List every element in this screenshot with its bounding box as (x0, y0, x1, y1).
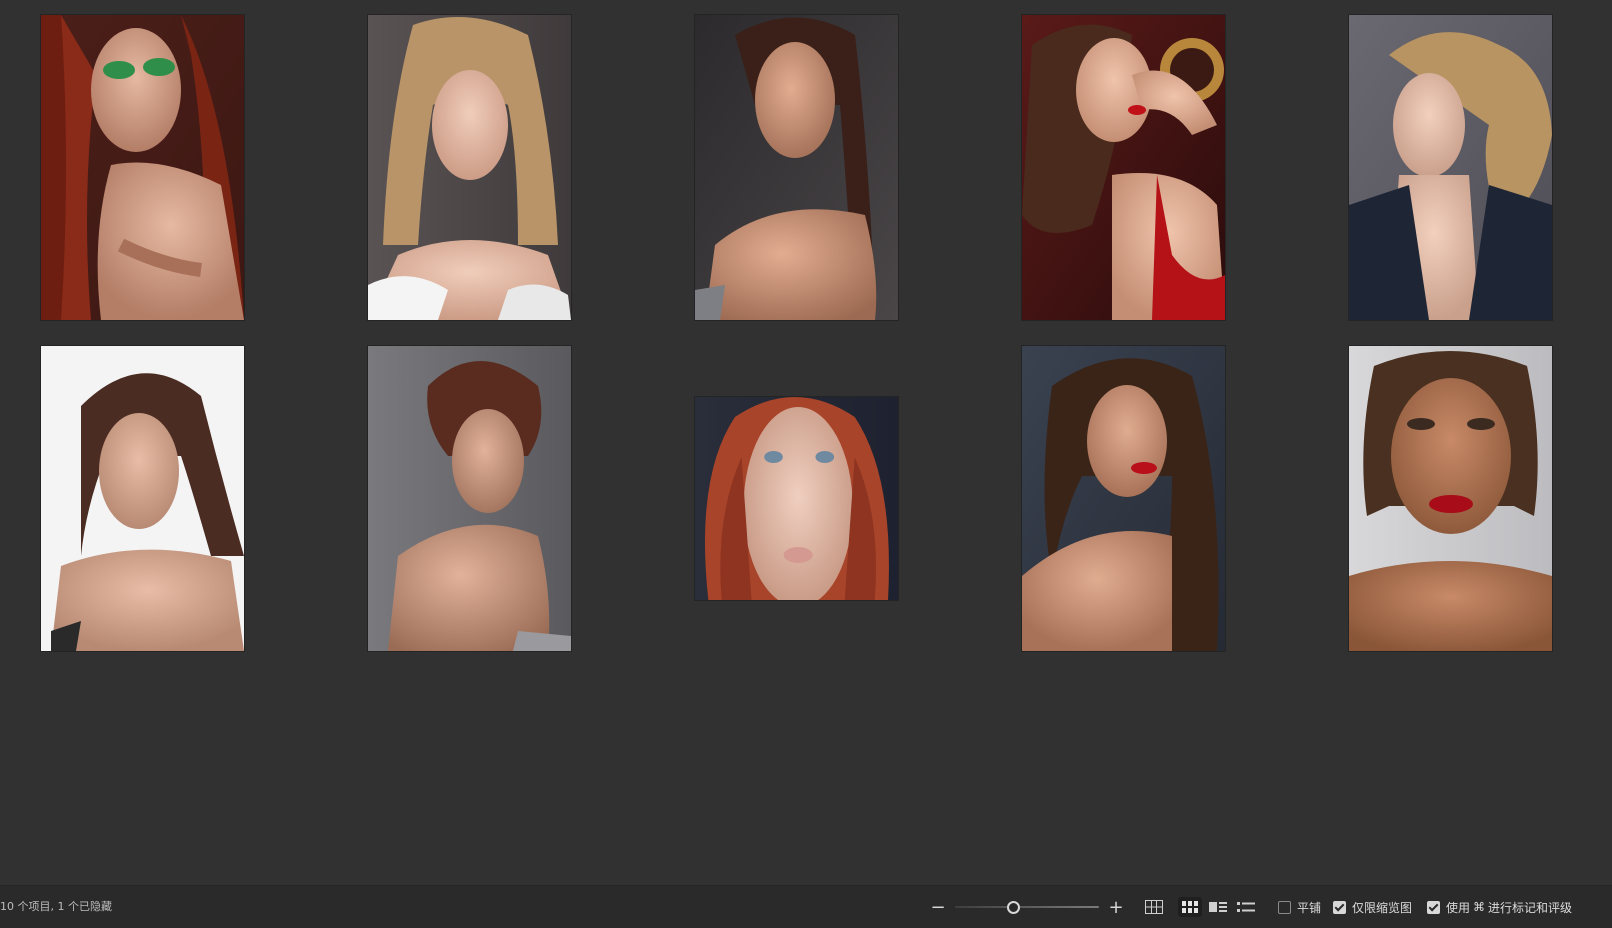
use-suffix-label: 进行标记和评级 (1488, 900, 1573, 915)
thumbnail-cell[interactable] (1349, 346, 1552, 651)
status-bar: 10 个项目, 1 个已隐藏 − + 平铺 仅限缩览图 使用 ⌘ 进行标记和评级 (0, 885, 1612, 928)
tile-option[interactable]: 平铺 (1278, 886, 1321, 928)
thumbnail-curly-updo-blazer[interactable] (1349, 15, 1552, 320)
thumbnail-curly-red-lips-red-dress[interactable] (1022, 15, 1225, 320)
zoom-slider-track (955, 906, 1099, 908)
thumbnail-cell[interactable] (41, 346, 244, 651)
command-key-icon: ⌘ (1473, 900, 1486, 914)
photo-image (1022, 15, 1225, 320)
photo-image (1349, 15, 1552, 320)
zoom-slider-thumb[interactable] (1006, 901, 1020, 914)
thumbnails-only-label: 仅限缩览图 (1352, 900, 1413, 915)
filmstrip-icon[interactable] (1206, 897, 1230, 917)
thumbnail-grid (0, 0, 1612, 670)
item-count-label: 10 个项目, 1 个已隐藏 (0, 900, 112, 913)
thumbnail-redhead-green-eyeshadow[interactable] (41, 15, 244, 320)
plus-icon[interactable]: + (1107, 897, 1125, 918)
thumbnail-cell[interactable] (1349, 15, 1552, 320)
grid-small-icon[interactable] (1142, 897, 1166, 917)
view-mode-group (1142, 886, 1258, 928)
thumbnail-updo-bare-shoulder[interactable] (368, 346, 571, 651)
thumbnail-cell[interactable] (1022, 346, 1225, 651)
thumbnail-browser (0, 0, 1612, 885)
thumbnail-brunette-bare-shoulder[interactable] (695, 15, 898, 320)
photo-image (368, 346, 571, 651)
photo-image (1349, 346, 1552, 651)
list-icon[interactable] (1234, 897, 1258, 917)
thumbnail-redhead-closeup[interactable] (695, 397, 898, 600)
thumbnail-cell[interactable] (41, 15, 244, 320)
use-cmd-option[interactable]: 使用 ⌘ 进行标记和评级 (1427, 886, 1572, 928)
photo-image (695, 15, 898, 320)
thumbnail-blonde-white-top[interactable] (368, 15, 571, 320)
thumbnail-cell[interactable] (695, 346, 898, 651)
thumbnail-cell[interactable] (1022, 15, 1225, 320)
thumbnails-only-option[interactable]: 仅限缩览图 (1333, 886, 1412, 928)
use-label: 使用 (1446, 900, 1471, 915)
photo-image (1022, 346, 1225, 651)
use-cmd-checkbox[interactable] (1427, 900, 1440, 914)
zoom-slider[interactable] (955, 898, 1099, 916)
thumbnail-cell[interactable] (695, 15, 898, 320)
tile-checkbox[interactable] (1278, 900, 1291, 914)
photo-image (41, 346, 244, 651)
thumbnail-slicked-hair-red-lips[interactable] (1349, 346, 1552, 651)
thumbnail-wavy-hair-red-lips[interactable] (1022, 346, 1225, 651)
minus-icon[interactable]: − (929, 897, 947, 918)
thumbnail-cell[interactable] (368, 346, 571, 651)
photo-image (368, 15, 571, 320)
thumbnail-cell[interactable] (368, 15, 571, 320)
photo-image (41, 15, 244, 320)
thumbnail-brunette-white-background[interactable] (41, 346, 244, 651)
thumbnails-only-checkbox[interactable] (1333, 900, 1346, 914)
photo-image (695, 397, 898, 600)
zoom-control: − + (929, 886, 1125, 928)
grid-large-icon[interactable] (1178, 897, 1202, 917)
tile-label: 平铺 (1297, 900, 1322, 915)
